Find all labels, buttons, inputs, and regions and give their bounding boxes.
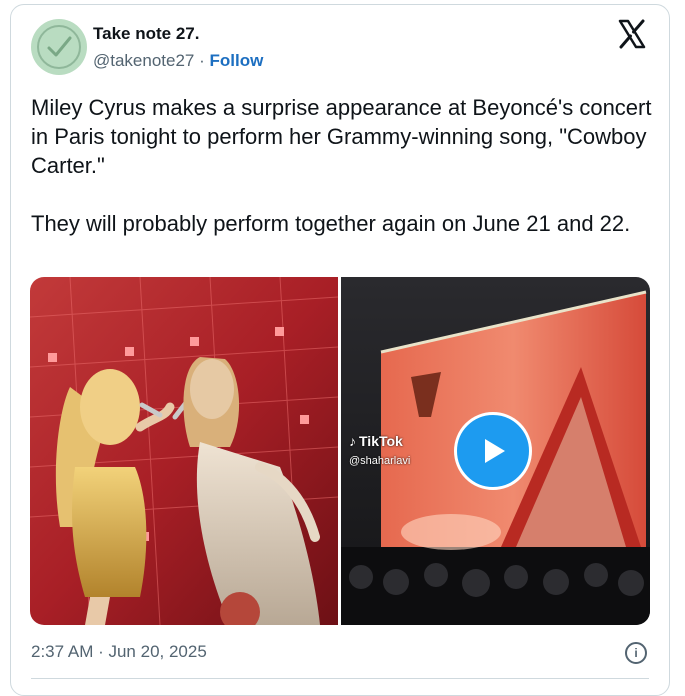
tiktok-logo-icon: ♪ [349,433,356,449]
author-handle-line: @takenote27 · Follow [93,51,263,71]
play-icon [485,439,505,463]
tiktok-watermark: ♪ TikTok [349,433,403,449]
footer-divider [31,678,649,679]
concert-photo-left[interactable] [30,277,338,625]
x-logo-icon[interactable] [617,19,647,49]
tweet-card: Take note 27. @takenote27 · Follow Miley… [10,4,670,696]
checkmark-circle-icon [37,25,81,69]
tweet-timestamp[interactable]: 2:37 AM · Jun 20, 2025 [31,642,207,662]
follow-button[interactable]: Follow [210,51,264,70]
handle-separator: · [194,51,210,70]
concert-video-right[interactable]: ♪ TikTok @shaharlavi [341,277,650,625]
author-avatar[interactable] [31,19,87,75]
author-handle[interactable]: @takenote27 [93,51,194,70]
tiktok-handle: @shaharlavi [349,455,411,467]
author-name[interactable]: Take note 27. [93,24,199,44]
tiktok-label: TikTok [359,433,403,449]
info-icon[interactable]: i [625,642,647,664]
performers-image [30,277,338,625]
tweet-text: Miley Cyrus makes a surprise appearance … [31,95,652,236]
play-button[interactable] [454,412,532,490]
media-grid: ♪ TikTok @shaharlavi [30,277,650,625]
